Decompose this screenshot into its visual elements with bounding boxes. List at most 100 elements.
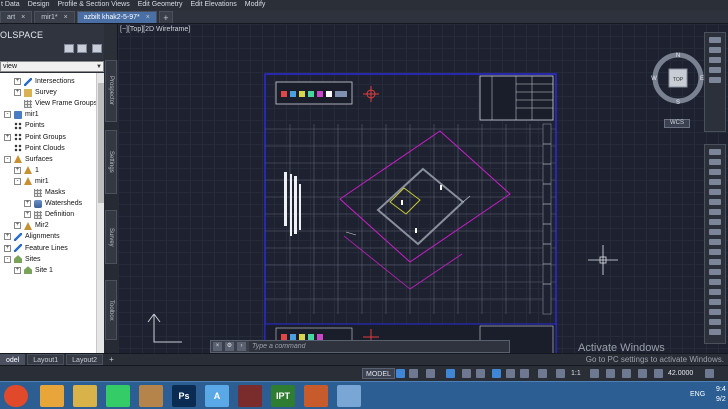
zoom-icon[interactable] <box>709 57 721 63</box>
menu-item[interactable]: Edit Elevations <box>189 0 237 10</box>
document-tab[interactable]: art × <box>0 11 33 24</box>
palette-tool-icon[interactable] <box>709 199 721 205</box>
tree-item[interactable]: + Definition <box>24 209 74 220</box>
viewcube[interactable]: TOP N E S W <box>650 50 706 106</box>
annotation-visibility-icon[interactable] <box>556 369 565 378</box>
viewport-controls-label[interactable]: [−][Top][2D Wireframe] <box>120 26 190 33</box>
menu-item[interactable]: Design <box>27 0 51 10</box>
document-tab[interactable]: mir1* × <box>34 11 75 24</box>
autocad-icon[interactable]: A <box>205 385 229 407</box>
expand-icon[interactable]: + <box>14 78 21 85</box>
transparency-icon[interactable] <box>520 369 529 378</box>
model-space-button[interactable]: MODEL <box>362 368 395 379</box>
polar-icon[interactable] <box>446 369 455 378</box>
drawing-canvas[interactable] <box>118 24 728 353</box>
photoshop-icon[interactable]: Ps <box>172 385 196 407</box>
palette-tool-icon[interactable] <box>709 209 721 215</box>
collapse-icon[interactable]: - <box>14 177 21 185</box>
menu-item[interactable]: Profile & Section Views <box>56 0 130 10</box>
annotation-scale[interactable]: 1:1 <box>571 368 581 379</box>
collapse-icon[interactable]: - <box>4 111 11 119</box>
tree-item[interactable]: +1 <box>14 165 39 176</box>
palette-tool-icon[interactable] <box>709 169 721 175</box>
palette-tool-icon[interactable] <box>709 229 721 235</box>
palette-tool-icon[interactable] <box>709 289 721 295</box>
tree-item[interactable]: - Surfaces <box>4 154 53 165</box>
tree-item[interactable]: - Sites <box>4 254 41 265</box>
document-tab[interactable]: azbilt khak2-5-97* × <box>76 11 157 24</box>
civil3d-icon[interactable] <box>238 385 262 407</box>
expand-icon[interactable]: + <box>14 166 21 174</box>
tree-view-icon[interactable] <box>64 44 74 53</box>
new-tab-button[interactable]: + <box>158 11 173 23</box>
tree-item[interactable]: Points <box>4 120 44 131</box>
customize-status-icon[interactable] <box>705 369 714 378</box>
palette-tool-icon[interactable] <box>709 309 721 315</box>
layout-tab[interactable]: Layout2 <box>66 354 104 365</box>
selection-cycling-icon[interactable] <box>538 369 547 378</box>
chrome-icon[interactable] <box>106 385 130 407</box>
compass-s[interactable]: S <box>676 100 680 106</box>
tree-item[interactable]: + Survey <box>14 87 57 98</box>
palette-tool-icon[interactable] <box>709 259 721 265</box>
expand-icon[interactable]: + <box>4 233 11 241</box>
add-layout-button[interactable]: + <box>105 355 118 364</box>
tree-item[interactable]: Point Clouds <box>4 143 65 154</box>
palette-tool-icon[interactable] <box>709 249 721 255</box>
command-input[interactable] <box>249 341 509 352</box>
collapse-icon[interactable]: - <box>4 155 11 163</box>
palette-tool-icon[interactable] <box>709 319 721 325</box>
palette-tool-icon[interactable] <box>709 189 721 195</box>
layout-tab[interactable]: Layout1 <box>27 354 65 365</box>
palette-tool-icon[interactable] <box>709 219 721 225</box>
tree-item[interactable]: - mir1 <box>4 109 39 120</box>
orbit-icon[interactable] <box>709 67 721 73</box>
menu-item[interactable]: t Data <box>0 0 21 10</box>
tree-item[interactable]: + Alignments <box>4 231 60 242</box>
menu-item[interactable]: Modify <box>244 0 267 10</box>
tree-item[interactable]: View Frame Groups <box>14 98 97 109</box>
help-icon[interactable] <box>92 44 102 53</box>
tree-item[interactable]: + Watersheds <box>24 198 82 209</box>
units-icon[interactable] <box>622 369 631 378</box>
palette-tool-icon[interactable] <box>709 299 721 305</box>
osnap-tracking-icon[interactable] <box>476 369 485 378</box>
close-icon[interactable]: × <box>21 12 25 24</box>
showmotion-icon[interactable] <box>709 77 721 83</box>
side-tab-survey[interactable]: Survey <box>105 210 117 264</box>
system-clock[interactable]: 9:4 9/2 <box>716 385 726 405</box>
tree-item[interactable]: + Feature Lines <box>4 243 68 254</box>
palette-tool-icon[interactable] <box>709 179 721 185</box>
palette-tool-icon[interactable] <box>709 279 721 285</box>
osnap-icon[interactable] <box>492 369 501 378</box>
lineweight-icon[interactable] <box>506 369 515 378</box>
elevation-value[interactable]: 42.0000 <box>668 368 693 379</box>
menu-item[interactable]: Edit Geometry <box>137 0 184 10</box>
close-icon[interactable]: × <box>64 12 68 24</box>
window-app-icon[interactable] <box>337 385 361 407</box>
drawing-viewport[interactable]: [−][Top][2D Wireframe] TOP N E S W WCS A… <box>118 24 728 353</box>
palette-tool-icon[interactable] <box>709 159 721 165</box>
close-icon[interactable]: × <box>213 342 222 351</box>
expand-icon[interactable]: + <box>14 89 21 97</box>
view-selector[interactable]: view ▼ <box>0 61 104 72</box>
expand-icon[interactable]: + <box>24 211 31 219</box>
expand-icon[interactable]: + <box>4 244 11 252</box>
palette-tool-icon[interactable] <box>709 239 721 245</box>
collapse-icon[interactable]: - <box>4 255 11 263</box>
map-app-icon[interactable] <box>139 385 163 407</box>
annotation-monitor-icon[interactable] <box>606 369 615 378</box>
pan-icon[interactable] <box>709 47 721 53</box>
wcs-menu[interactable]: WCS <box>664 119 690 128</box>
tree-scrollbar[interactable] <box>96 73 104 353</box>
paint-icon[interactable] <box>73 385 97 407</box>
compass-w[interactable]: W <box>651 76 657 82</box>
clean-screen-icon[interactable] <box>654 369 663 378</box>
tree-item[interactable]: + Mir2 <box>14 220 49 231</box>
tree-item[interactable]: + Point Groups <box>4 132 66 143</box>
customize-icon[interactable]: ⚙ <box>225 342 234 351</box>
close-icon[interactable]: × <box>146 12 150 24</box>
file-explorer-icon[interactable] <box>40 385 64 407</box>
ortho-icon[interactable] <box>426 369 435 378</box>
steering-wheel-icon[interactable] <box>709 37 721 43</box>
